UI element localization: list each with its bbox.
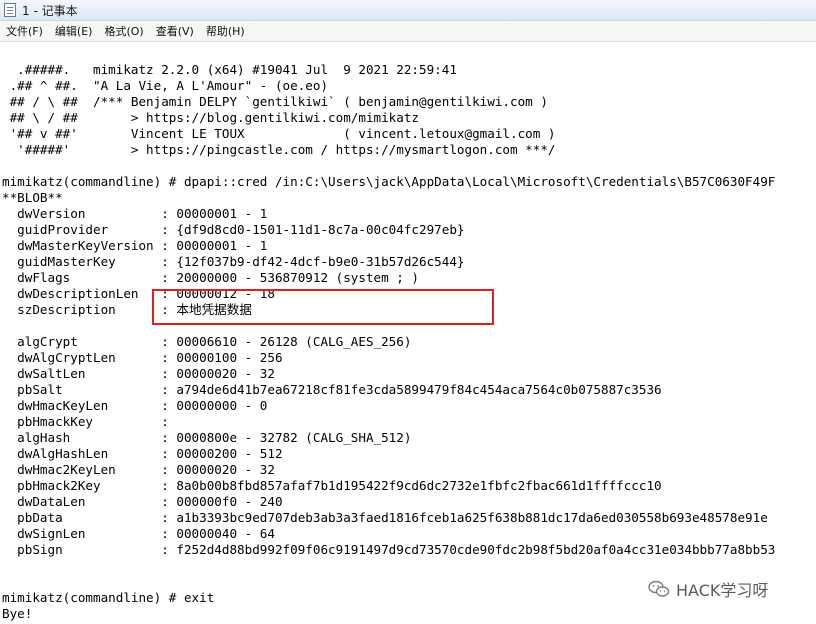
console-line: guidMasterKey : {12f037b9-df42-4dcf-b9e0… [2, 254, 465, 269]
menu-bar: 文件(F) 编辑(E) 格式(O) 查看(V) 帮助(H) [0, 21, 816, 42]
console-line: ## \ / ## > https://blog.gentilkiwi.com/… [2, 110, 420, 125]
console-line: '#####' > https://pingcastle.com / https… [2, 142, 556, 157]
console-line: dwHmacKeyLen : 00000000 - 0 [2, 398, 268, 413]
console-line: pbData : a1b3393bc9ed707deb3ab3a3faed181… [2, 510, 768, 525]
console-line: '## v ##' Vincent LE TOUX ( vincent.leto… [2, 126, 556, 141]
console-line: pbHmackKey : [2, 414, 169, 429]
text-area[interactable]: .#####. mimikatz 2.2.0 (x64) #19041 Jul … [0, 46, 816, 624]
console-line: guidProvider : {df9d8cd0-1501-11d1-8c7a-… [2, 222, 465, 237]
watermark: HACK学习呀 [644, 575, 773, 603]
console-line: dwSignLen : 00000040 - 64 [2, 526, 275, 541]
menu-edit[interactable]: 编辑(E) [49, 23, 99, 39]
console-line: mimikatz(commandline) # exit [2, 590, 215, 605]
highlight-box [152, 289, 494, 325]
console-line: algHash : 0000800e - 32782 (CALG_SHA_512… [2, 430, 412, 445]
console-text: .#####. mimikatz 2.2.0 (x64) #19041 Jul … [2, 62, 775, 622]
console-line: Bye! [2, 606, 33, 621]
console-line: pbSalt : a794de6d41b7ea67218cf81fe3cda58… [2, 382, 662, 397]
menu-format[interactable]: 格式(O) [98, 23, 149, 39]
console-line: .#####. mimikatz 2.2.0 (x64) #19041 Jul … [2, 62, 457, 77]
console-line: dwVersion : 00000001 - 1 [2, 206, 268, 221]
console-line: pbSign : f252d4d88bd992f09f06c9191497d9c… [2, 542, 776, 557]
console-line: .## ^ ##. "A La Vie, A L'Amour" - (oe.eo… [2, 78, 329, 93]
console-line: pbHmack2Key : 8a0b00b8fbd857afaf7b1d1954… [2, 478, 662, 493]
wechat-icon [648, 580, 670, 597]
console-line: dwSaltLen : 00000020 - 32 [2, 366, 275, 381]
menu-help[interactable]: 帮助(H) [200, 23, 251, 39]
notepad-icon [4, 3, 16, 17]
console-line: dwFlags : 20000000 - 536870912 (system ;… [2, 270, 420, 285]
menu-view[interactable]: 查看(V) [150, 23, 200, 39]
console-line: algCrypt : 00006610 - 26128 (CALG_AES_25… [2, 334, 412, 349]
title-bar: 1 - 记事本 [0, 0, 816, 21]
console-line: ## / \ ## /*** Benjamin DELPY `gentilkiw… [2, 94, 548, 109]
window-title: 1 - 记事本 [22, 3, 78, 18]
watermark-text: HACK学习呀 [676, 581, 769, 600]
console-line: dwAlgCryptLen : 00000100 - 256 [2, 350, 283, 365]
console-line: dwHmac2KeyLen : 00000020 - 32 [2, 462, 275, 477]
console-line: **BLOB** [2, 190, 63, 205]
console-line: dwDataLen : 000000f0 - 240 [2, 494, 283, 509]
console-line: mimikatz(commandline) # dpapi::cred /in:… [2, 174, 776, 189]
console-line: dwAlgHashLen : 00000200 - 512 [2, 446, 283, 461]
menu-file[interactable]: 文件(F) [0, 23, 49, 39]
console-line: dwMasterKeyVersion : 00000001 - 1 [2, 238, 268, 253]
